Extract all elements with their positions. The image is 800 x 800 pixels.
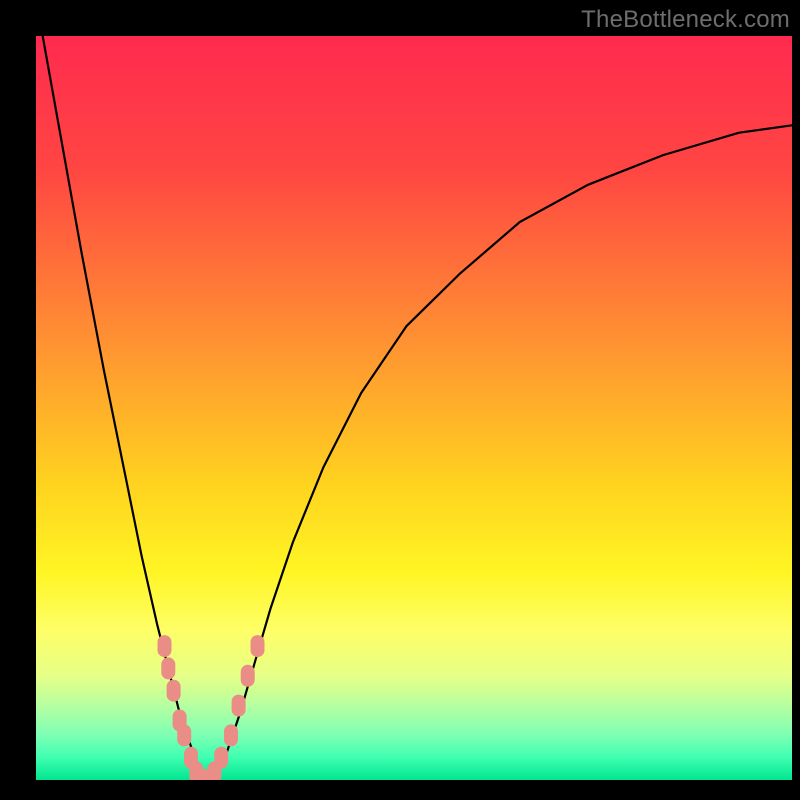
marker-dot — [224, 724, 238, 746]
marker-dot — [214, 747, 228, 769]
marker-dot — [177, 724, 191, 746]
chart-frame: TheBottleneck.com — [0, 0, 800, 800]
plot-area — [36, 36, 792, 780]
bottleneck-curve — [36, 36, 792, 780]
marker-dot — [241, 665, 255, 687]
marker-dot — [158, 635, 172, 657]
highlighted-points — [158, 635, 265, 780]
marker-dot — [251, 635, 265, 657]
marker-dot — [167, 680, 181, 702]
marker-dot — [232, 695, 246, 717]
curve-layer — [36, 36, 792, 780]
watermark-text: TheBottleneck.com — [581, 6, 790, 34]
marker-dot — [161, 657, 175, 679]
